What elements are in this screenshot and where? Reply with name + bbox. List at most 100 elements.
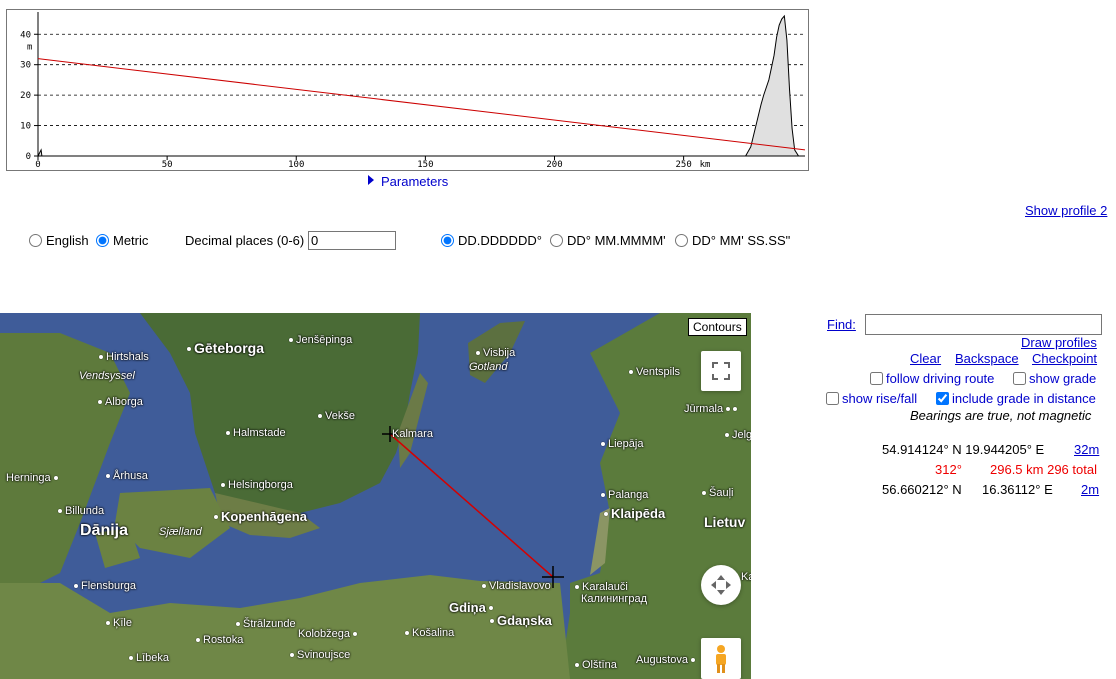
format-dm-option[interactable]: DD° MM.MMMM' (550, 233, 666, 248)
format-dd-radio[interactable] (441, 234, 454, 247)
english-radio[interactable] (29, 234, 42, 247)
format-dms-radio[interactable] (675, 234, 688, 247)
segment-bearing: 312° (935, 462, 962, 477)
format-dd-option[interactable]: DD.DDDDDD° (441, 233, 542, 248)
label-halmstade: Halmstade (226, 427, 286, 439)
fullscreen-button[interactable] (701, 351, 741, 391)
label-ventspils: Ventspils (629, 366, 680, 378)
y-tick-label: 40 (20, 30, 31, 40)
x-tick-label: 250 (675, 160, 691, 170)
format-dms-label: DD° MM' SS.SS" (692, 233, 791, 248)
label-jensepinga: Jenšēpinga (289, 334, 352, 346)
x-tick-label: 200 (546, 160, 562, 170)
street-view-pegman-button[interactable] (701, 638, 741, 679)
elevation-chart-svg: 0 10 20 30 40 m 0 50 100 150 200 250 km (20, 12, 806, 170)
y-tick-label: 0 (26, 152, 31, 162)
label-jelg: Jelg (725, 429, 751, 441)
format-dm-label: DD° MM.MMMM' (567, 233, 666, 248)
label-vekse: Vekše (318, 410, 355, 422)
decimal-places-input[interactable] (308, 231, 396, 250)
x-tick-label: 50 (162, 160, 173, 170)
label-hirtshals: Hirtshals (99, 351, 149, 363)
draw-profiles-link[interactable]: Draw profiles (1021, 335, 1097, 350)
parameters-toggle[interactable]: Parameters (368, 174, 448, 189)
format-dm-radio[interactable] (550, 234, 563, 247)
checkpoint-link[interactable]: Checkpoint (1032, 351, 1097, 366)
label-flensburga: Flensburga (74, 580, 136, 592)
satellite-map[interactable]: Gēteborga Jenšēpinga Hirtshals Vendsysse… (0, 313, 751, 679)
pan-arrows-icon (711, 575, 731, 595)
include-grade-checkbox[interactable] (936, 392, 949, 405)
find-link[interactable]: Find: (827, 317, 856, 332)
y-tick-label: 20 (20, 91, 31, 101)
show-grade-checkbox[interactable] (1013, 372, 1026, 385)
label-ka: Ka (741, 571, 751, 583)
contours-button[interactable]: Contours (688, 318, 747, 336)
label-vladislavovo: Vladislavovo (482, 580, 551, 592)
line-of-sight (37, 58, 806, 151)
decimal-places-label: Decimal places (0-6) (185, 233, 305, 248)
label-arhusa: Århusa (106, 470, 148, 482)
y-axis-unit-label: m (27, 42, 32, 52)
parameters-label: Parameters (381, 174, 449, 189)
label-gdanska: Gdaņska (490, 613, 552, 628)
show-rise-fall-label: show rise/fall (842, 391, 918, 406)
label-svinoujsce: Svinoujsce (290, 649, 350, 661)
label-olstina: Olštīna (575, 659, 617, 671)
metric-label: Metric (113, 233, 149, 248)
show-rise-fall-option[interactable]: show rise/fall (826, 391, 917, 406)
label-sauli: Šauļi (702, 487, 733, 499)
label-gotland: Gotland (469, 361, 508, 373)
include-grade-label: include grade in distance (952, 391, 1096, 406)
label-augustova: Augustova (636, 654, 698, 666)
clear-link[interactable]: Clear (910, 351, 941, 366)
x-tick-label: 100 (288, 160, 304, 170)
point2-lon: 16.36112° E (982, 482, 1053, 497)
english-radio-option[interactable]: English (29, 233, 89, 248)
label-kopenhagena: Kopenhāgena (214, 509, 307, 524)
label-kolobzega: Kolobžega (298, 628, 360, 640)
label-herninga: Herninga (6, 472, 61, 484)
include-grade-option[interactable]: include grade in distance (936, 391, 1096, 406)
y-tick-label: 10 (20, 122, 31, 132)
bearings-note: Bearings are true, not magnetic (910, 408, 1092, 423)
y-tick-label: 30 (20, 61, 31, 71)
show-grade-label: show grade (1029, 371, 1097, 386)
label-sjaelland: Sjælland (159, 526, 202, 538)
find-input[interactable] (865, 314, 1102, 335)
elevation-profile-chart[interactable]: 0 10 20 30 40 m 0 50 100 150 200 250 km (6, 9, 809, 171)
label-visbija: Visbija (476, 347, 515, 359)
label-karalauci: Karalauči (575, 581, 628, 593)
x-axis-unit-label: km (700, 160, 711, 170)
route-line (389, 433, 554, 578)
label-gdina: Gdiņa (449, 600, 496, 615)
map-pan-control[interactable] (701, 565, 741, 605)
follow-driving-checkbox[interactable] (870, 372, 883, 385)
label-helsingborga: Helsingborga (221, 479, 293, 491)
format-dd-label: DD.DDDDDD° (458, 233, 542, 248)
point2-lat: 56.660212° N (882, 482, 962, 497)
point1-elevation-link[interactable]: 32m (1074, 442, 1099, 457)
english-label: English (46, 233, 89, 248)
follow-driving-option[interactable]: follow driving route (870, 371, 994, 386)
label-klaipeda: Klaipēda (604, 506, 665, 521)
label-kaliningrad: Калининград (581, 593, 648, 605)
label-geteborga: Gēteborga (187, 340, 264, 356)
label-jurmala: Jūrmala (684, 403, 740, 415)
metric-radio[interactable] (96, 234, 109, 247)
label-rostoka: Rostoka (196, 634, 243, 646)
show-grade-option[interactable]: show grade (1013, 371, 1096, 386)
segment-distance: 296.5 km 296 total (990, 462, 1097, 477)
show-profile-2-link[interactable]: Show profile 2 (1025, 203, 1107, 218)
show-rise-fall-checkbox[interactable] (826, 392, 839, 405)
label-palanga: Palanga (601, 489, 648, 501)
label-vendsyssel: Vendsyssel (79, 370, 135, 382)
point2-elevation-link[interactable]: 2m (1081, 482, 1099, 497)
metric-radio-option[interactable]: Metric (96, 233, 148, 248)
fullscreen-icon (712, 362, 730, 380)
format-dms-option[interactable]: DD° MM' SS.SS" (675, 233, 790, 248)
label-libeka: Lībeka (129, 652, 169, 664)
label-kile: Ķīle (106, 617, 132, 629)
x-tick-label: 150 (417, 160, 433, 170)
backspace-link[interactable]: Backspace (955, 351, 1019, 366)
